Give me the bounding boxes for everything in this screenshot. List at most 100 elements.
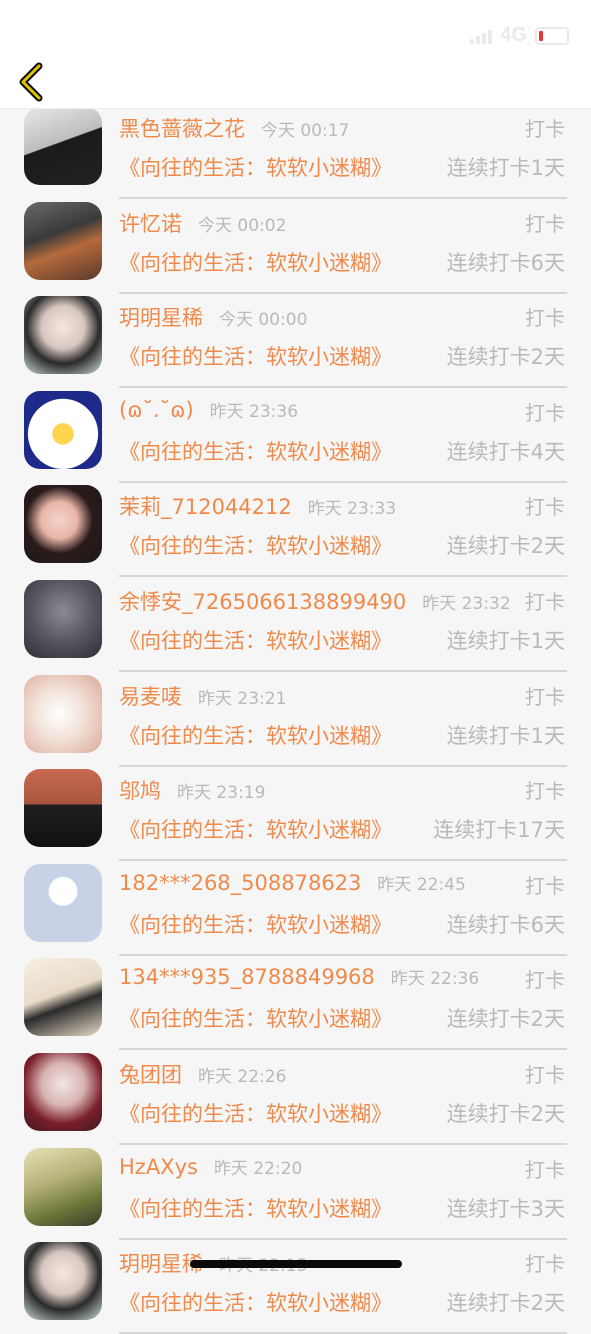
chevron-left-icon xyxy=(19,62,43,102)
user-name[interactable]: (ɷ˘.˘ɷ) 昨天 23:36 xyxy=(119,397,298,422)
action-label: 打卡 xyxy=(525,779,565,804)
user-name-text: (ɷ˘.˘ɷ) xyxy=(119,397,194,422)
course-title[interactable]: 《向往的生活：软软小迷糊》 xyxy=(119,1003,392,1033)
user-name-text: 茉莉_712044212 xyxy=(119,495,292,520)
streak-label: 连续打卡2天 xyxy=(446,534,565,559)
action-label: 打卡 xyxy=(525,1157,565,1182)
signal-icon xyxy=(470,28,493,44)
list-item[interactable]: 134***935_8788849968 昨天 22:36 打卡 《向往的生活：软… xyxy=(0,936,591,1051)
user-name-text: 邬鸠 xyxy=(119,779,161,804)
avatar[interactable] xyxy=(24,107,102,185)
user-name[interactable]: 134***935_8788849968 昨天 22:36 xyxy=(119,964,479,989)
course-title[interactable]: 《向往的生活：软软小迷糊》 xyxy=(119,909,392,939)
course-title[interactable]: 《向往的生活：软软小迷糊》 xyxy=(119,152,392,182)
list-item[interactable]: 茉莉_712044212 昨天 23:33 打卡 《向往的生活：软软小迷糊》 连续… xyxy=(0,463,591,578)
streak-label: 连续打卡2天 xyxy=(446,1291,565,1316)
timestamp: 今天 00:17 xyxy=(261,121,350,141)
user-name-text: 134***935_8788849968 xyxy=(119,965,375,990)
avatar[interactable] xyxy=(24,769,102,848)
course-title[interactable]: 《向往的生活：软软小迷糊》 xyxy=(119,625,392,655)
avatar[interactable] xyxy=(24,674,102,753)
course-title[interactable]: 《向往的生活：软软小迷糊》 xyxy=(119,1098,392,1128)
nav-bar xyxy=(0,56,591,109)
streak-label: 连续打卡1天 xyxy=(446,156,565,180)
user-name[interactable]: 茉莉_712044212 昨天 23:33 xyxy=(119,491,396,521)
avatar[interactable] xyxy=(24,958,102,1037)
timestamp: 昨天 22:26 xyxy=(198,1066,287,1087)
course-title[interactable]: 《向往的生活：软软小迷糊》 xyxy=(119,530,392,560)
streak-label: 连续打卡1天 xyxy=(446,723,565,748)
course-title[interactable]: 《向往的生活：软软小迷糊》 xyxy=(119,341,392,371)
user-name[interactable]: 邬鸠 昨天 23:19 xyxy=(119,775,265,805)
status-bar: 4:16 4G xyxy=(0,0,591,56)
list-item[interactable]: 邬鸠 昨天 23:19 打卡 《向往的生活：软软小迷糊》 连续打卡17天 xyxy=(0,747,591,862)
user-name-text: 易麦唛 xyxy=(119,684,182,709)
list-item[interactable]: 余悸安_7265066138899490 昨天 23:32 打卡 《向往的生活：软… xyxy=(0,558,591,672)
course-title[interactable]: 《向往的生活：软软小迷糊》 xyxy=(119,247,392,277)
streak-label: 连续打卡6天 xyxy=(446,912,565,937)
course-title[interactable]: 《向往的生活：软软小迷糊》 xyxy=(119,1287,392,1317)
avatar[interactable] xyxy=(24,390,102,469)
course-title[interactable]: 《向往的生活：软软小迷糊》 xyxy=(119,436,392,466)
user-name-text: 许忆诺 xyxy=(119,211,182,236)
avatar[interactable] xyxy=(24,296,102,375)
action-label: 打卡 xyxy=(525,495,565,520)
user-name[interactable]: 玥明星稀 今天 00:00 xyxy=(119,302,307,332)
list-item[interactable]: 许忆诺 今天 00:02 打卡 《向往的生活：软软小迷糊》 连续打卡6天 xyxy=(0,180,591,294)
action-label: 打卡 xyxy=(525,211,565,236)
timestamp: 昨天 22:20 xyxy=(213,1158,303,1179)
action-label: 打卡 xyxy=(525,1252,565,1277)
timestamp: 昨天 23:33 xyxy=(307,499,397,520)
streak-label: 连续打卡1天 xyxy=(446,628,565,653)
list-item[interactable]: (ɷ˘.˘ɷ) 昨天 23:36 打卡 《向往的生活：软软小迷糊》 连续打卡4天 xyxy=(0,369,591,483)
action-label: 打卡 xyxy=(525,306,565,331)
course-title[interactable]: 《向往的生活：软软小迷糊》 xyxy=(119,814,392,844)
timestamp: 今天 00:00 xyxy=(219,310,308,331)
user-name-text: 玥明星稀 xyxy=(119,306,203,331)
avatar[interactable] xyxy=(24,1242,102,1321)
list-item[interactable]: 玥明星稀 今天 00:00 打卡 《向往的生活：软软小迷糊》 连续打卡2天 xyxy=(0,274,591,389)
network-type: 4G xyxy=(500,24,527,46)
list-item[interactable]: 易麦唛 昨天 23:21 打卡 《向往的生活：软软小迷糊》 连续打卡1天 xyxy=(0,653,591,767)
action-label: 打卡 xyxy=(525,684,565,709)
avatar[interactable] xyxy=(24,579,102,658)
timestamp: 昨天 23:19 xyxy=(177,783,266,804)
back-button[interactable] xyxy=(10,60,54,104)
list-item[interactable]: HzAXys 昨天 22:20 打卡 《向往的生活：软软小迷糊》 连续打卡3天 xyxy=(0,1126,591,1240)
user-name-text: HzAXys xyxy=(119,1154,198,1179)
user-name[interactable]: 余悸安_7265066138899490 昨天 23:32 xyxy=(119,586,511,616)
user-name[interactable]: 兔团团 昨天 22:26 xyxy=(119,1059,286,1089)
avatar[interactable] xyxy=(24,485,102,564)
streak-label: 连续打卡3天 xyxy=(446,1196,565,1221)
list-item[interactable]: 182***268_508878623 昨天 22:45 打卡 《向往的生活：软软… xyxy=(0,842,591,956)
timestamp: 昨天 22:45 xyxy=(377,874,466,895)
action-label: 打卡 xyxy=(525,873,565,898)
timestamp: 昨天 22:36 xyxy=(390,969,480,990)
user-name-text: 182***268_508878623 xyxy=(119,870,362,895)
course-title[interactable]: 《向往的生活：软软小迷糊》 xyxy=(119,1193,392,1223)
user-name-text: 黑色蔷薇之花 xyxy=(119,117,245,141)
action-label: 打卡 xyxy=(525,1062,565,1087)
user-name[interactable]: 黑色蔷薇之花 今天 00:17 xyxy=(119,113,349,143)
avatar[interactable] xyxy=(24,201,102,280)
user-name-text: 兔团团 xyxy=(119,1062,182,1087)
checkin-list: 黑色蔷薇之花 今天 00:17 打卡 《向往的生活：软软小迷糊》 连续打卡1天 许… xyxy=(0,85,591,1334)
avatar[interactable] xyxy=(24,863,102,942)
list-item[interactable]: 兔团团 昨天 22:26 打卡 《向往的生活：软软小迷糊》 连续打卡2天 xyxy=(0,1031,591,1145)
timestamp: 昨天 23:32 xyxy=(422,593,511,614)
streak-label: 连续打卡2天 xyxy=(446,345,565,370)
user-name[interactable]: 182***268_508878623 昨天 22:45 xyxy=(119,870,466,895)
home-indicator xyxy=(190,1260,402,1268)
action-label: 打卡 xyxy=(525,400,565,425)
user-name[interactable]: 许忆诺 今天 00:02 xyxy=(119,208,286,238)
timestamp: 昨天 23:36 xyxy=(209,401,299,422)
avatar[interactable] xyxy=(24,1147,102,1226)
action-label: 打卡 xyxy=(525,117,565,141)
user-name[interactable]: HzAXys 昨天 22:20 xyxy=(119,1154,302,1179)
user-name[interactable]: 易麦唛 昨天 23:21 xyxy=(119,681,286,711)
streak-label: 连续打卡17天 xyxy=(433,818,565,843)
course-title[interactable]: 《向往的生活：软软小迷糊》 xyxy=(119,720,392,750)
streak-label: 连续打卡6天 xyxy=(446,250,565,275)
action-label: 打卡 xyxy=(525,589,565,614)
avatar[interactable] xyxy=(24,1052,102,1131)
